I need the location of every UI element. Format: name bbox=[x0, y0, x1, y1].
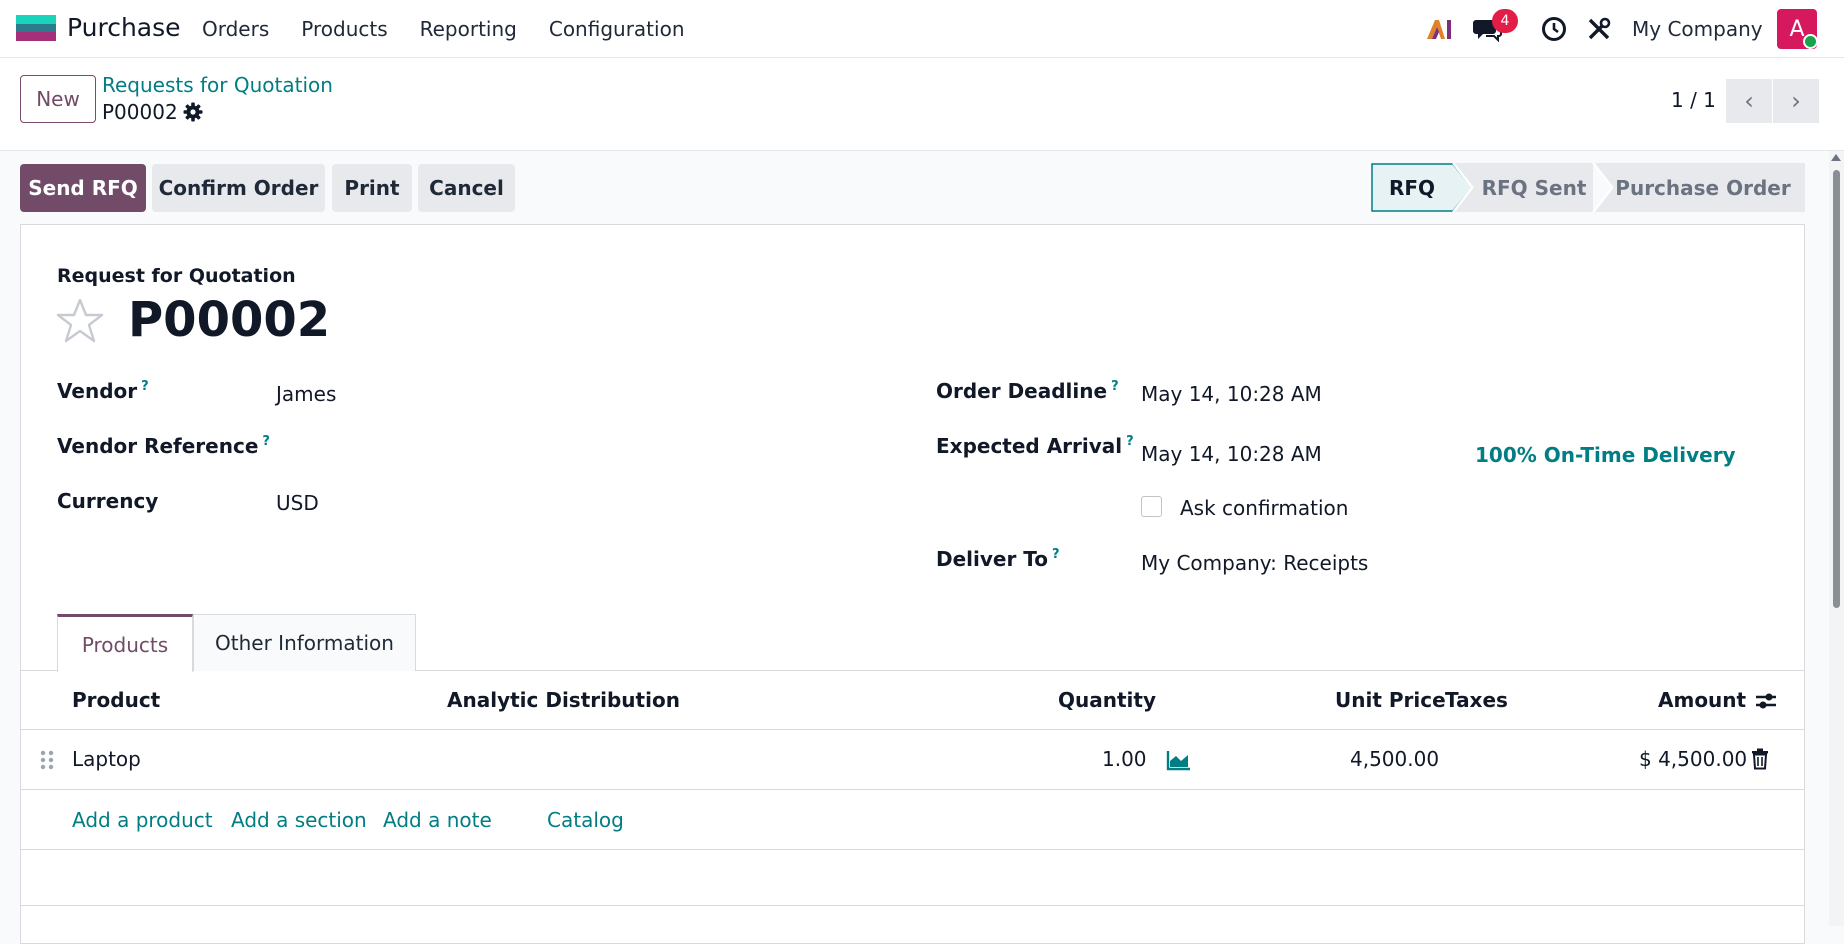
star-icon[interactable] bbox=[56, 298, 104, 344]
currency-field[interactable]: USD bbox=[276, 491, 319, 515]
table-add-divider bbox=[20, 849, 1805, 850]
menu-products[interactable]: Products bbox=[301, 17, 387, 41]
messages-badge: 4 bbox=[1492, 9, 1518, 33]
expected-arrival-field[interactable]: May 14, 10:28 AM bbox=[1141, 442, 1322, 466]
send-rfq-button[interactable]: Send RFQ bbox=[20, 164, 146, 212]
delete-line-icon[interactable] bbox=[1751, 748, 1769, 770]
help-tooltip-icon[interactable]: ? bbox=[1052, 547, 1060, 562]
help-tooltip-icon[interactable]: ? bbox=[1111, 379, 1119, 394]
deliver-to-field[interactable]: My Company: Receipts bbox=[1141, 551, 1368, 575]
table-row[interactable] bbox=[20, 730, 1805, 789]
menu-reporting[interactable]: Reporting bbox=[420, 17, 517, 41]
company-switcher[interactable]: My Company bbox=[1632, 17, 1763, 41]
drag-handle-icon[interactable] bbox=[40, 749, 54, 771]
record-title: P00002 bbox=[128, 292, 331, 348]
top-navbar: Purchase Orders Products Reporting Confi… bbox=[0, 0, 1844, 58]
chevron-right-icon: › bbox=[1791, 87, 1801, 115]
gear-icon[interactable] bbox=[183, 102, 205, 124]
order-deadline-field[interactable]: May 14, 10:28 AM bbox=[1141, 382, 1322, 406]
line-product[interactable]: Laptop bbox=[72, 747, 141, 771]
help-tooltip-icon[interactable]: ? bbox=[141, 379, 149, 394]
column-header-taxes[interactable]: Taxes bbox=[1445, 688, 1508, 712]
status-rfq-sent[interactable]: RFQ Sent bbox=[1476, 163, 1592, 212]
line-amount: $ 4,500.00 bbox=[1639, 747, 1748, 771]
control-panel: New Requests for Quotation P00002 1 / 1 … bbox=[0, 58, 1844, 151]
scrollbar-thumb[interactable] bbox=[1833, 170, 1840, 608]
tab-other-information[interactable]: Other Information bbox=[193, 614, 416, 671]
breadcrumb-requests-for-quotation[interactable]: Requests for Quotation bbox=[102, 73, 333, 97]
deliver-to-label: Deliver To? bbox=[936, 547, 1060, 571]
order-deadline-label: Order Deadline? bbox=[936, 379, 1119, 403]
vendor-reference-field[interactable] bbox=[276, 430, 836, 464]
clock-icon[interactable] bbox=[1539, 14, 1569, 44]
app-logo-icon[interactable] bbox=[16, 15, 56, 41]
vendor-field[interactable]: James bbox=[276, 382, 336, 406]
line-unit-price[interactable]: 4,500.00 bbox=[1350, 747, 1439, 771]
column-header-amount[interactable]: Amount bbox=[1658, 688, 1746, 712]
column-header-product[interactable]: Product bbox=[72, 688, 160, 712]
column-header-unit-price[interactable]: Unit Price bbox=[1335, 688, 1446, 712]
app-name[interactable]: Purchase bbox=[67, 13, 181, 42]
scroll-up-arrow-icon[interactable] bbox=[1831, 154, 1841, 161]
pager-next-button[interactable]: › bbox=[1773, 79, 1819, 123]
vendor-label: Vendor? bbox=[57, 379, 149, 403]
table-footer-divider bbox=[20, 905, 1805, 906]
new-button[interactable]: New bbox=[20, 75, 96, 123]
confirm-order-button[interactable]: Confirm Order bbox=[152, 164, 325, 212]
menu-configuration[interactable]: Configuration bbox=[549, 17, 685, 41]
forecast-chart-icon[interactable] bbox=[1166, 749, 1192, 771]
deliver-to-label-text: Deliver To bbox=[936, 547, 1049, 571]
line-quantity[interactable]: 1.00 bbox=[1102, 747, 1147, 771]
expected-arrival-label: Expected Arrival? bbox=[936, 434, 1134, 458]
catalog-link[interactable]: Catalog bbox=[547, 808, 624, 832]
status-purchase-order[interactable]: Purchase Order bbox=[1613, 163, 1793, 212]
table-row-divider bbox=[20, 789, 1805, 790]
pager-previous-button[interactable]: ‹ bbox=[1726, 79, 1772, 123]
ask-confirmation-label[interactable]: Ask confirmation bbox=[1180, 496, 1348, 520]
chevron-left-icon: ‹ bbox=[1744, 87, 1754, 115]
avatar-letter: A bbox=[1789, 16, 1805, 42]
pager-value[interactable]: 1 / 1 bbox=[1671, 88, 1716, 112]
add-product-link[interactable]: Add a product bbox=[72, 808, 213, 832]
expected-arrival-label-text: Expected Arrival bbox=[936, 434, 1123, 458]
form-heading: Request for Quotation bbox=[57, 265, 296, 287]
breadcrumb-current-record: P00002 bbox=[102, 100, 178, 124]
menu-orders[interactable]: Orders bbox=[202, 17, 269, 41]
optional-columns-icon[interactable] bbox=[1754, 689, 1778, 713]
main-menu: Orders Products Reporting Configuration bbox=[202, 17, 717, 41]
help-tooltip-icon[interactable]: ? bbox=[262, 434, 270, 449]
on-time-delivery-link[interactable]: 100% On-Time Delivery bbox=[1475, 443, 1736, 467]
column-header-analytic-distribution[interactable]: Analytic Distribution bbox=[447, 688, 680, 712]
column-header-quantity[interactable]: Quantity bbox=[1058, 688, 1156, 712]
status-rfq[interactable]: RFQ bbox=[1372, 163, 1452, 212]
tools-icon[interactable] bbox=[1584, 14, 1614, 44]
vendor-label-text: Vendor bbox=[57, 379, 138, 403]
vendor-reference-label: Vendor Reference? bbox=[57, 434, 270, 458]
add-note-link[interactable]: Add a note bbox=[383, 808, 492, 832]
online-status-dot bbox=[1803, 34, 1818, 49]
print-button[interactable]: Print bbox=[332, 164, 412, 212]
ai-icon[interactable] bbox=[1424, 14, 1454, 44]
cancel-button[interactable]: Cancel bbox=[418, 164, 515, 212]
ask-confirmation-checkbox[interactable] bbox=[1141, 496, 1162, 517]
currency-label: Currency bbox=[57, 489, 159, 513]
help-tooltip-icon[interactable]: ? bbox=[1126, 434, 1134, 449]
vendor-reference-label-text: Vendor Reference bbox=[57, 434, 259, 458]
add-section-link[interactable]: Add a section bbox=[231, 808, 367, 832]
order-deadline-label-text: Order Deadline bbox=[936, 379, 1108, 403]
tab-products[interactable]: Products bbox=[57, 614, 193, 672]
